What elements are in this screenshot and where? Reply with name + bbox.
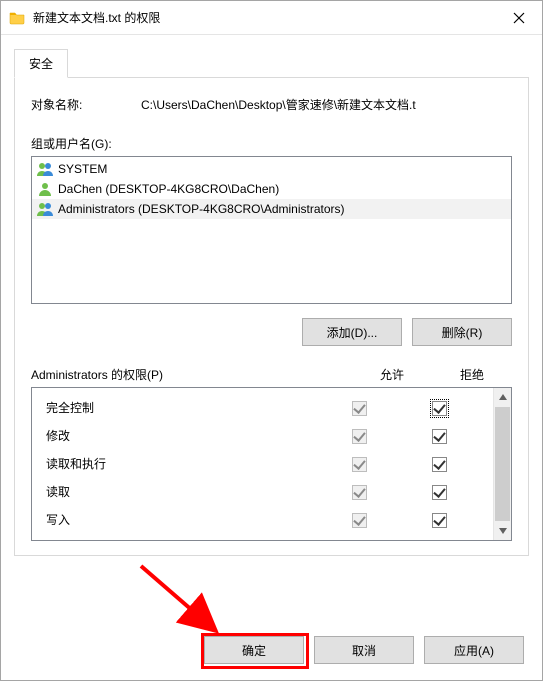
object-name-row: 对象名称: C:\Users\DaChen\Desktop\管家速修\新建文本文… <box>31 96 512 113</box>
deny-col-header: 拒绝 <box>432 366 512 383</box>
remove-button[interactable]: 删除(R) <box>412 318 512 346</box>
allow-cell <box>319 425 399 447</box>
permission-row: 写入 <box>32 506 493 534</box>
list-item[interactable]: DaChen (DESKTOP-4KG8CRO\DaChen) <box>32 179 511 199</box>
deny-cell <box>399 453 479 475</box>
allow-checkbox <box>352 401 367 416</box>
allow-checkbox <box>352 513 367 528</box>
scroll-thumb[interactable] <box>495 407 510 521</box>
allow-col-header: 允许 <box>352 366 432 383</box>
list-item[interactable]: SYSTEM <box>32 159 511 179</box>
permission-row: 完全控制 <box>32 394 493 422</box>
close-button[interactable] <box>496 2 542 34</box>
folder-icon <box>9 10 25 26</box>
list-item-label: SYSTEM <box>58 160 107 178</box>
deny-checkbox[interactable] <box>432 401 447 416</box>
list-buttons: 添加(D)... 删除(R) <box>31 318 512 346</box>
allow-checkbox <box>352 485 367 500</box>
titlebar: 新建文本文档.txt 的权限 <box>1 1 542 35</box>
deny-checkbox[interactable] <box>432 513 447 528</box>
deny-cell <box>399 397 479 419</box>
ok-button[interactable]: 确定 <box>204 636 304 664</box>
add-button[interactable]: 添加(D)... <box>302 318 402 346</box>
allow-cell <box>319 453 399 475</box>
tab-strip: 安全 <box>14 50 529 78</box>
window-title: 新建文本文档.txt 的权限 <box>33 9 496 26</box>
scrollbar[interactable] <box>493 388 511 540</box>
list-item[interactable]: Administrators (DESKTOP-4KG8CRO\Administ… <box>32 199 511 219</box>
allow-cell <box>319 481 399 503</box>
cancel-button[interactable]: 取消 <box>314 636 414 664</box>
deny-checkbox[interactable] <box>432 457 447 472</box>
object-name-label: 对象名称: <box>31 96 141 113</box>
permission-name: 写入 <box>46 509 319 531</box>
group-icon <box>36 201 54 217</box>
user-icon <box>36 181 54 197</box>
permissions-header: Administrators 的权限(P) 允许 拒绝 <box>31 366 512 383</box>
permission-row: 读取 <box>32 478 493 506</box>
deny-checkbox[interactable] <box>432 429 447 444</box>
allow-checkbox <box>352 429 367 444</box>
list-item-label: DaChen (DESKTOP-4KG8CRO\DaChen) <box>58 180 279 198</box>
dialog-buttons: 确定 取消 应用(A) <box>1 636 542 664</box>
deny-checkbox[interactable] <box>432 485 447 500</box>
list-item-label: Administrators (DESKTOP-4KG8CRO\Administ… <box>58 200 345 218</box>
object-name-value: C:\Users\DaChen\Desktop\管家速修\新建文本文档.t <box>141 96 512 113</box>
permission-name: 修改 <box>46 425 319 447</box>
apply-button[interactable]: 应用(A) <box>424 636 524 664</box>
deny-cell <box>399 509 479 531</box>
groups-listbox[interactable]: SYSTEM DaChen (DESKTOP-4KG8CRO\DaChen) Adm… <box>31 156 512 304</box>
scroll-down-icon[interactable] <box>494 522 511 540</box>
permissions-title: Administrators 的权限(P) <box>31 366 352 383</box>
scroll-up-icon[interactable] <box>494 388 511 406</box>
security-pane: 对象名称: C:\Users\DaChen\Desktop\管家速修\新建文本文… <box>14 78 529 556</box>
permission-name: 读取和执行 <box>46 453 319 475</box>
permission-name: 完全控制 <box>46 397 319 419</box>
permission-name: 读取 <box>46 481 319 503</box>
tab-security[interactable]: 安全 <box>14 49 68 78</box>
allow-checkbox <box>352 457 367 472</box>
group-icon <box>36 161 54 177</box>
groups-label: 组或用户名(G): <box>31 135 512 152</box>
allow-cell <box>319 509 399 531</box>
deny-cell <box>399 481 479 503</box>
permission-row: 修改 <box>32 422 493 450</box>
deny-cell <box>399 425 479 447</box>
allow-cell <box>319 397 399 419</box>
permission-row: 读取和执行 <box>32 450 493 478</box>
permissions-listbox: 完全控制修改读取和执行读取写入 <box>31 387 512 541</box>
